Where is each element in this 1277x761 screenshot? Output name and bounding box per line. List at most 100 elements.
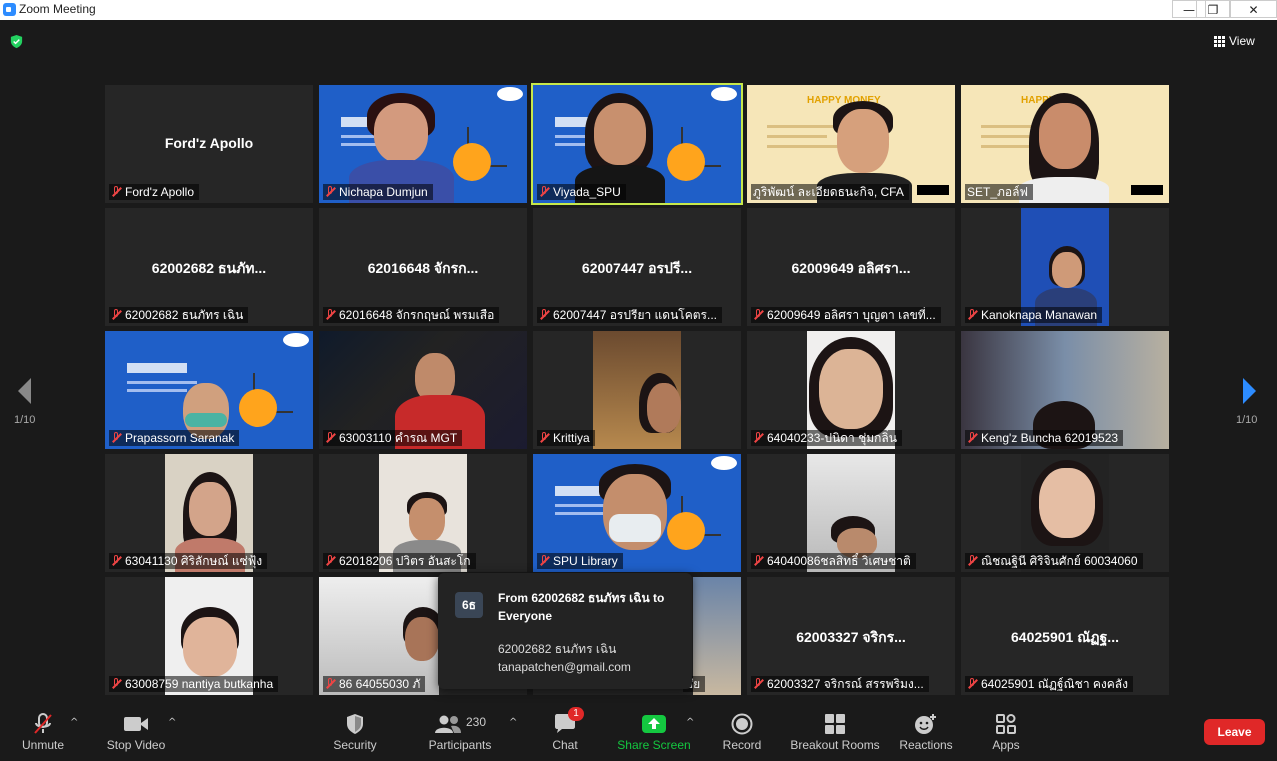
reactions-smiley-icon: [915, 714, 936, 734]
muted-mic-icon: [967, 555, 977, 567]
participant-name: SET_ภอล์ฟ: [967, 185, 1028, 199]
chat-message-line: tanapatchen@gmail.com: [498, 660, 631, 674]
muted-mic-icon: [325, 186, 335, 198]
chat-message-line: 62002682 ธนภัทร เฉิน: [498, 642, 617, 656]
video-tile[interactable]: 64040233-ปนิดา ชุ่มกลิ่น: [747, 331, 955, 449]
muted-mic-icon: [111, 678, 121, 690]
participant-name-label: 64040086ชลสิทธิ์ วิเศษชาติ: [751, 553, 916, 569]
breakout-rooms-button[interactable]: Breakout Rooms: [788, 703, 882, 761]
video-tile[interactable]: ณิชณฐินี ศิริจินศักย์ 60034060: [961, 454, 1169, 572]
participant-name-label: Keng'z Buncha 62019523: [965, 430, 1124, 446]
participant-name: 64040086ชลสิทธิ์ วิเศษชาติ: [767, 554, 911, 568]
leave-button[interactable]: Leave: [1204, 719, 1265, 745]
participant-name: Ford'z Apollo: [125, 185, 194, 199]
video-tile[interactable]: 62016648 จักรก... 62016648 จักรกฤษณ์ พรม…: [319, 208, 527, 326]
muted-mic-icon: [539, 432, 549, 444]
breakout-rooms-label: Breakout Rooms: [790, 738, 880, 752]
video-tile[interactable]: Kanoknapa Manawan: [961, 208, 1169, 326]
participant-name: 62003327 จริกรณ์ สรรพริมง...: [767, 677, 924, 691]
participant-name: 62009649 อลิศรา บุญตา เลขที่...: [767, 308, 936, 322]
participant-display-name: 62002682 ธนภัท...: [151, 260, 267, 276]
participant-name: SPU Library: [553, 554, 618, 568]
sender-avatar: 6ธ: [455, 592, 483, 618]
video-tile[interactable]: Krittiya: [533, 331, 741, 449]
muted-mic-icon: [325, 309, 335, 321]
share-screen-button[interactable]: Share Screen: [614, 703, 694, 761]
chat-button[interactable]: 1 Chat: [540, 703, 590, 761]
muted-mic-icon: [111, 555, 121, 567]
participant-name: ภูริพัฒน์ ละเอียดธนะกิจ, CFA: [753, 185, 904, 199]
reactions-label: Reactions: [899, 738, 953, 752]
video-tile[interactable]: 63041130 ศิริลักษณ์ แซ่ฟุ้ง: [105, 454, 313, 572]
participant-name: Krittiya: [553, 431, 590, 445]
video-tile-active-speaker[interactable]: Viyada_SPU: [531, 83, 743, 205]
video-tile[interactable]: Prapassorn Saranak: [105, 331, 313, 449]
muted-microphone-icon: [34, 713, 52, 734]
participant-name: Nichapa Dumjun: [339, 185, 428, 199]
video-tile[interactable]: SPU Library: [533, 454, 741, 572]
participant-display-name: 62003327 จริกร...: [796, 629, 906, 645]
video-tile[interactable]: 62002682 ธนภัท... 62002682 ธนภัทร เฉิน: [105, 208, 313, 326]
video-tile[interactable]: 62007447 อรปรี... 62007447 อรปรียา แดนโค…: [533, 208, 741, 326]
video-tile[interactable]: 62003327 จริกร... 62003327 จริกรณ์ สรรพร…: [747, 577, 955, 695]
view-button[interactable]: View: [1214, 31, 1266, 51]
participants-button[interactable]: 230 Participants: [425, 703, 495, 761]
participant-name-label: Viyada_SPU: [537, 184, 626, 200]
participant-name-label: 64040233-ปนิดา ชุ่มกลิ่น: [751, 430, 902, 446]
muted-mic-icon: [753, 678, 763, 690]
restore-button[interactable]: ❐: [1196, 0, 1230, 18]
video-tile[interactable]: HAPPY MONEY ภูริพัฒน์ ละเอียดธนะกิจ, CFA: [747, 85, 955, 203]
video-tile[interactable]: 62018206 ปวิตร อันสะโก: [319, 454, 527, 572]
video-tile[interactable]: 64040086ชลสิทธิ์ วิเศษชาติ: [747, 454, 955, 572]
participant-name: ณิชณฐินี ศิริจินศักย์ 60034060: [981, 554, 1138, 568]
video-tile[interactable]: 62009649 อลิศรา... 62009649 อลิศรา บุญตา…: [747, 208, 955, 326]
stop-video-button[interactable]: Stop Video: [100, 703, 172, 761]
participant-name-label: Nichapa Dumjun: [323, 184, 433, 200]
participant-display-name: 64025901 ณัฏฐ...: [1011, 629, 1119, 645]
breakout-rooms-icon: [825, 714, 845, 734]
unmute-button[interactable]: Unmute: [12, 703, 74, 761]
next-page-arrow-icon[interactable]: [1239, 376, 1259, 406]
muted-mic-icon: [539, 555, 549, 567]
participants-caret-icon[interactable]: ^: [509, 717, 517, 728]
video-tile[interactable]: 63003110 คำรณ MGT: [319, 331, 527, 449]
security-shield-icon: [347, 714, 363, 734]
video-tile[interactable]: 64025901 ณัฏฐ... 64025901 ณัฏฐ์ณิชา คงคล…: [961, 577, 1169, 695]
reactions-button[interactable]: Reactions: [896, 703, 956, 761]
video-tile[interactable]: Ford'z Apollo Ford'z Apollo: [105, 85, 313, 203]
participants-count: 230: [465, 715, 487, 729]
video-tile[interactable]: HAPPY SET_ภอล์ฟ: [961, 85, 1169, 203]
participant-name: 62002682 ธนภัทร เฉิน: [125, 308, 244, 322]
close-button[interactable]: ✕: [1230, 0, 1277, 18]
share-options-caret-icon[interactable]: ^: [686, 717, 694, 728]
participant-display-name: Ford'z Apollo: [164, 135, 254, 151]
meeting-toolbar: Unmute ^ Stop Video ^ Security 230 Parti…: [0, 703, 1277, 761]
share-screen-label: Share Screen: [617, 738, 691, 752]
video-tile[interactable]: Keng'z Buncha 62019523: [961, 331, 1169, 449]
previous-page-arrow-icon[interactable]: [15, 376, 35, 406]
muted-mic-icon: [325, 555, 335, 567]
participant-name-label: 63041130 ศิริลักษณ์ แซ่ฟุ้ง: [109, 553, 268, 569]
participant-name: 63041130 ศิริลักษณ์ แซ่ฟุ้ง: [125, 554, 263, 568]
muted-mic-icon: [967, 432, 977, 444]
muted-mic-icon: [753, 309, 763, 321]
participant-name-label: 62009649 อลิศรา บุญตา เลขที่...: [751, 307, 941, 323]
chat-sender-line: From 62002682 ธนภัทร เฉิน to Everyone: [498, 591, 665, 623]
apps-button[interactable]: Apps: [986, 703, 1026, 761]
participant-name: Viyada_SPU: [553, 185, 621, 199]
audio-options-caret-icon[interactable]: ^: [70, 717, 78, 728]
security-button[interactable]: Security: [326, 703, 384, 761]
participant-name: 62018206 ปวิตร อันสะโก: [339, 554, 471, 568]
record-button[interactable]: Record: [716, 703, 768, 761]
video-options-caret-icon[interactable]: ^: [168, 717, 176, 728]
encryption-shield-icon[interactable]: [9, 34, 24, 49]
video-tile[interactable]: 63008759 nantiya butkanha: [105, 577, 313, 695]
participant-name: 64025901 ณัฏฐ์ณิชา คงคลัง: [981, 677, 1129, 691]
chat-notification-popup[interactable]: 6ธ From 62002682 ธนภัทร เฉิน to Everyone…: [438, 573, 692, 689]
participants-label: Participants: [428, 738, 492, 752]
window-titlebar: Zoom Meeting — ❐ ✕: [0, 0, 1277, 20]
video-tile[interactable]: Nichapa Dumjun: [319, 85, 527, 203]
participant-name-label: Ford'z Apollo: [109, 184, 199, 200]
participant-name: 63008759 nantiya butkanha: [125, 677, 274, 691]
participant-name-label: 62003327 จริกรณ์ สรรพริมง...: [751, 676, 929, 692]
